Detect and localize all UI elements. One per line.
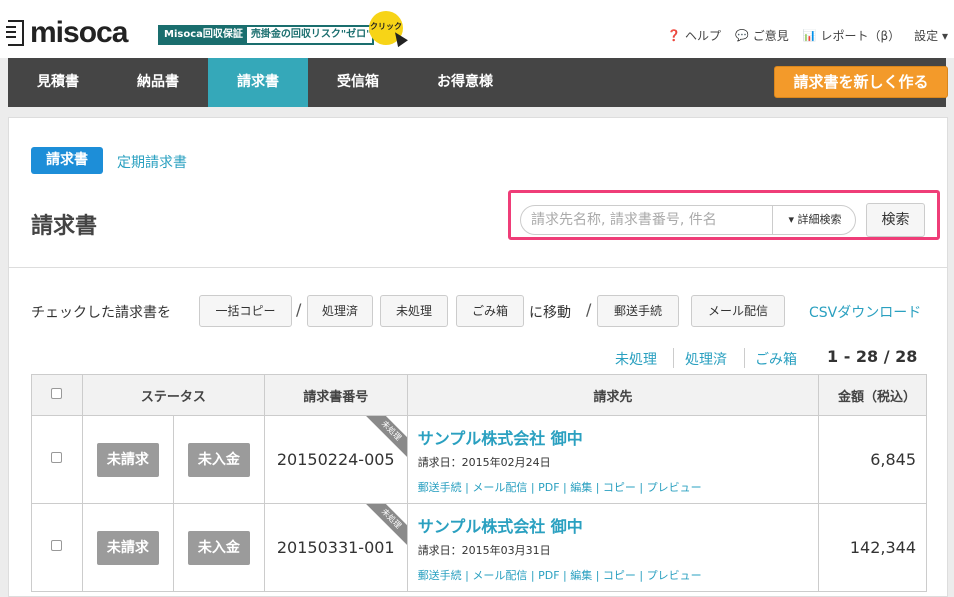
client-name-link[interactable]: サンプル株式会社 御中	[418, 425, 818, 449]
search-box: ▾ 詳細検索	[520, 205, 856, 235]
feedback-icon: 💬	[735, 29, 749, 42]
table-row[interactable]: 未請求 未入金 20150331-001 未処理 サンプル株式会社 御中 請求日…	[31, 503, 927, 592]
client-cell: サンプル株式会社 御中 請求日：2015年03月31日 郵送手続 | メール配信…	[406, 503, 820, 592]
amount-header[interactable]: 金額（税込）	[818, 374, 927, 416]
row-select-cell	[31, 503, 83, 592]
row-action-links[interactable]: 郵送手続 | メール配信 | PDF | 編集 | コピー | プレビュー	[418, 479, 818, 495]
row-select-cell	[31, 415, 83, 504]
tab-estimates[interactable]: 見積書	[8, 58, 108, 107]
amount-value: 142,344	[818, 503, 927, 592]
divider	[9, 267, 947, 268]
bulk-copy-button[interactable]: 一括コピー	[199, 295, 292, 327]
subtab-invoices[interactable]: 請求書	[31, 147, 103, 174]
payment-status-cell: 未入金	[172, 415, 265, 504]
banner-tagline: 売掛金の回収リスク"ゼロ"	[250, 29, 372, 40]
report-label: レポート（β）	[820, 29, 901, 43]
guarantee-banner[interactable]: Misoca回収保証 売掛金の回収リスク"ゼロ"	[158, 25, 374, 45]
feedback-label: ご意見	[752, 29, 789, 43]
client-cell: サンプル株式会社 御中 請求日：2015年02月24日 郵送手続 | メール配信…	[406, 415, 820, 504]
separator: /	[586, 300, 592, 319]
invoice-table: ステータス 請求書番号 請求先 金額（税込） 未請求 未入金 20150224-…	[31, 374, 927, 592]
payment-status-badge: 未入金	[187, 530, 250, 565]
tab-delivery[interactable]: 納品書	[108, 58, 208, 107]
separator: /	[296, 300, 302, 319]
invoice-number[interactable]: 20150224-005	[277, 450, 395, 469]
invoice-date: 請求日：2015年02月24日	[417, 455, 551, 469]
mark-processed-button[interactable]: 処理済	[307, 295, 373, 327]
filter-separator	[744, 348, 745, 368]
help-link[interactable]: ❓ ヘルプ	[667, 29, 721, 43]
move-to-trash-button[interactable]: ごみ箱	[456, 295, 524, 327]
subtab-recurring[interactable]: 定期請求書	[117, 152, 187, 172]
banner-title: Misoca回収保証	[160, 27, 247, 43]
invoice-number-cell: 20150224-005 未処理	[263, 415, 408, 504]
mark-unprocessed-button[interactable]: 未処理	[380, 295, 448, 327]
settings-label: 設定 ▾	[914, 29, 948, 43]
row-action-links[interactable]: 郵送手続 | メール配信 | PDF | 編集 | コピー | プレビュー	[418, 567, 818, 583]
filter-trash[interactable]: ごみ箱	[755, 349, 797, 369]
help-label: ヘルプ	[685, 29, 722, 43]
select-all-checkbox[interactable]	[51, 387, 63, 399]
header: misoca Misoca回収保証 売掛金の回収リスク"ゼロ" クリック ❓ ヘ…	[0, 0, 954, 58]
main-nav: 見積書 納品書 請求書 受信箱 お得意様 請求書を新しく作る	[8, 58, 948, 107]
bulk-actions-label: チェックした請求書を	[31, 305, 171, 321]
billing-status-cell: 未請求	[81, 503, 174, 592]
filter-processed[interactable]: 処理済	[685, 349, 727, 369]
billing-status-cell: 未請求	[81, 415, 174, 504]
pagination-count: 1 - 28 / 28	[827, 347, 918, 366]
billing-status-badge: 未請求	[96, 442, 159, 477]
search-input[interactable]	[531, 206, 771, 234]
tab-invoices[interactable]: 請求書	[208, 58, 308, 107]
client-name-link[interactable]: サンプル株式会社 御中	[418, 513, 818, 537]
filter-unprocessed[interactable]: 未処理	[615, 349, 657, 369]
utility-nav: ❓ ヘルプ 💬 ご意見 📊 レポート（β） 設定 ▾	[667, 29, 948, 43]
client-header[interactable]: 請求先	[406, 374, 820, 416]
mail-send-button[interactable]: 郵送手続	[597, 295, 679, 327]
payment-status-badge: 未入金	[187, 442, 250, 477]
email-send-button[interactable]: メール配信	[691, 295, 785, 327]
number-header[interactable]: 請求書番号	[263, 374, 408, 416]
select-all-cell	[31, 374, 83, 416]
row-checkbox[interactable]	[51, 540, 63, 551]
tab-inbox[interactable]: 受信箱	[308, 58, 408, 107]
create-invoice-button[interactable]: 請求書を新しく作る	[774, 66, 948, 98]
report-icon: 📊	[802, 29, 817, 42]
report-link[interactable]: 📊 レポート（β）	[803, 29, 900, 43]
filter-separator	[673, 348, 674, 368]
table-row[interactable]: 未請求 未入金 20150224-005 未処理 サンプル株式会社 御中 請求日…	[31, 415, 927, 504]
page-title: 請求書	[31, 214, 98, 239]
row-checkbox[interactable]	[51, 452, 63, 463]
main-panel: 請求書 定期請求書 請求書 ▾ 詳細検索 検索 チェックした請求書を 一括コピー…	[8, 117, 948, 597]
tab-clients[interactable]: お得意様	[408, 58, 522, 107]
status-header[interactable]: ステータス	[81, 374, 265, 416]
settings-dropdown[interactable]: 設定 ▾	[914, 29, 948, 43]
csv-download-link[interactable]: CSVダウンロード	[809, 302, 921, 322]
amount-value: 6,845	[818, 415, 927, 504]
payment-status-cell: 未入金	[172, 503, 265, 592]
billing-status-badge: 未請求	[96, 530, 159, 565]
table-header-row: ステータス 請求書番号 請求先 金額（税込）	[31, 374, 927, 416]
search-button[interactable]: 検索	[866, 203, 925, 237]
move-to-label: に移動	[529, 305, 571, 321]
logo[interactable]: misoca	[30, 16, 128, 50]
invoice-number[interactable]: 20150331-001	[277, 538, 395, 557]
invoice-date: 請求日：2015年03月31日	[417, 543, 551, 557]
invoice-number-cell: 20150331-001 未処理	[263, 503, 408, 592]
detail-search-button[interactable]: ▾ 詳細検索	[772, 206, 857, 234]
logo-icon[interactable]	[6, 20, 24, 46]
feedback-link[interactable]: 💬 ご意見	[735, 29, 789, 43]
help-icon: ❓	[667, 29, 682, 42]
